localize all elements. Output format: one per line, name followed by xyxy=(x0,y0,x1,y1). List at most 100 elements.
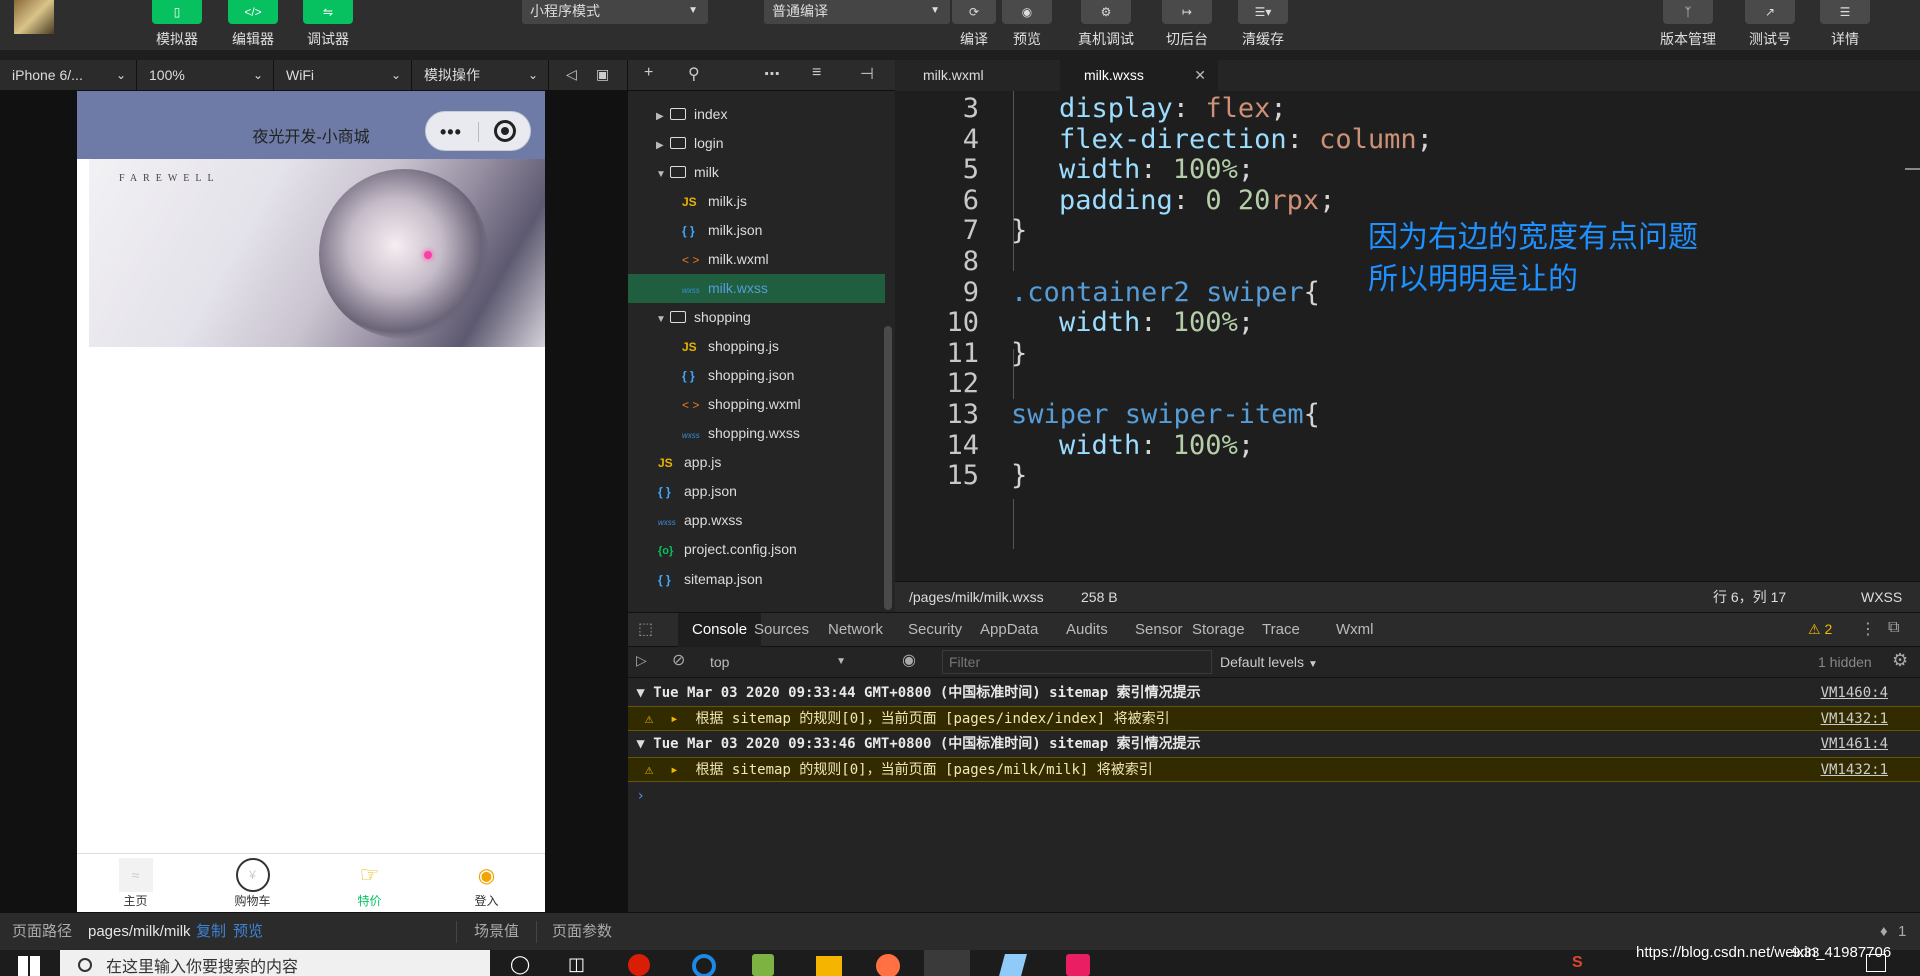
file-tree-item[interactable]: wxss shopping.wxss xyxy=(628,419,885,448)
cursor-position[interactable]: 行 6，列 17 xyxy=(1713,582,1786,613)
tab-home[interactable]: ≈ 主页 xyxy=(77,854,194,912)
taskbar-search-box[interactable]: 在这里输入你要搜索的内容 xyxy=(60,950,490,976)
background-button[interactable]: ↦ 切后台 xyxy=(1162,0,1212,49)
tab-login[interactable]: ◉ 登入 xyxy=(428,854,545,912)
file-tree-item[interactable]: JS shopping.js xyxy=(628,332,885,361)
file-tree-item[interactable]: ▶ index xyxy=(628,100,885,129)
task-view-icon[interactable]: ◫ xyxy=(568,954,585,975)
sidebar-toggle-icon[interactable]: ▷ xyxy=(636,652,647,669)
more-icon[interactable]: ⋯ xyxy=(764,64,780,84)
devtools-tab-wxml[interactable]: Wxml xyxy=(1336,613,1374,647)
chevron-right-icon[interactable]: ▶ xyxy=(656,131,670,160)
netease-music-icon[interactable] xyxy=(628,954,650,976)
console-filter-input[interactable] xyxy=(942,650,1212,674)
file-tree-item[interactable]: { } shopping.json xyxy=(628,361,885,390)
file-tree-item[interactable]: wxss milk.wxss xyxy=(628,274,885,303)
console-source-link[interactable]: VM1461:4 xyxy=(1821,732,1888,757)
editor-button[interactable]: </> 编辑器 xyxy=(228,0,278,49)
tab-special[interactable]: ☞ 特价 xyxy=(311,854,428,912)
ide-icon[interactable] xyxy=(1066,954,1090,976)
devtools-tab-storage[interactable]: Storage xyxy=(1192,613,1245,647)
console-source-link[interactable]: VM1460:4 xyxy=(1821,681,1888,706)
windows-start-icon[interactable] xyxy=(18,956,40,976)
notepad-icon[interactable] xyxy=(752,954,774,976)
search-icon[interactable]: ◯ xyxy=(510,954,530,975)
test-account-button[interactable]: ↗ 测试号 xyxy=(1745,0,1795,49)
file-tree-item[interactable]: < > shopping.wxml xyxy=(628,390,885,419)
devtools-tab-trace[interactable]: Trace xyxy=(1262,613,1300,647)
devtools-tab-console[interactable]: Console xyxy=(678,613,762,647)
devtools-tab-sources[interactable]: Sources xyxy=(754,613,809,647)
clear-console-icon[interactable]: ⊘ xyxy=(672,650,685,670)
file-tree-item[interactable]: JS app.js xyxy=(628,448,885,477)
real-debug-button[interactable]: ⚙ 真机调试 xyxy=(1078,0,1134,49)
file-tree-item[interactable]: { } milk.json xyxy=(628,216,885,245)
inspect-icon[interactable]: ⬚ xyxy=(638,619,653,639)
more-vertical-icon[interactable]: ⋮ xyxy=(1860,619,1876,639)
console-group-row[interactable]: ▼ Tue Mar 03 2020 09:33:44 GMT+0800 (中国标… xyxy=(628,681,1920,706)
console-source-link[interactable]: VM1432:1 xyxy=(1821,707,1888,732)
devtools-tab-sensor[interactable]: Sensor xyxy=(1135,613,1183,647)
close-icon[interactable]: ✕ xyxy=(1194,60,1206,91)
add-icon[interactable]: + xyxy=(644,64,653,82)
clock[interactable]: 9:33 xyxy=(1792,944,1819,960)
file-tree-item[interactable]: ▼ shopping xyxy=(628,303,885,332)
explorer-scrollbar[interactable] xyxy=(884,326,892,610)
capsule-button[interactable]: ••• xyxy=(425,111,531,151)
console-source-link[interactable]: VM1432:1 xyxy=(1821,758,1888,783)
preview-button[interactable]: ◉ 预览 xyxy=(1002,0,1052,49)
banner-image[interactable]: FAREWELL xyxy=(89,159,545,347)
copy-link[interactable]: 复制 xyxy=(196,913,226,951)
more-dots-icon[interactable]: ••• xyxy=(440,122,462,143)
console-warning-row[interactable]: ⚠ ▸ 根据 sitemap 的规则[0]，当前页面 [pages/index/… xyxy=(628,706,1920,731)
eye-icon[interactable]: ◉ xyxy=(902,650,916,670)
file-tree-item[interactable]: { } app.json xyxy=(628,477,885,506)
preview-link[interactable]: 预览 xyxy=(233,913,263,951)
browser-icon[interactable] xyxy=(692,954,716,976)
file-tree-item[interactable]: < > milk.wxml xyxy=(628,245,885,274)
speaker-icon[interactable]: ◁ xyxy=(566,66,577,83)
file-tree-item[interactable]: { } sitemap.json xyxy=(628,565,885,594)
tab-milk-wxss[interactable]: milk.wxss ✕ xyxy=(1060,60,1218,91)
version-button[interactable]: ᛉ 版本管理 xyxy=(1660,0,1716,49)
details-button[interactable]: ☰ 详情 xyxy=(1820,0,1870,49)
warning-count-badge[interactable]: ⚠ 2 xyxy=(1808,621,1832,638)
context-select[interactable]: top ▼ xyxy=(704,650,852,674)
user-avatar[interactable] xyxy=(14,0,54,34)
file-tree-item[interactable]: ▶ login xyxy=(628,129,885,158)
compile-mode-select[interactable]: 普通编译 ▼ xyxy=(764,0,950,24)
console-output[interactable]: ▼ Tue Mar 03 2020 09:33:44 GMT+0800 (中国标… xyxy=(628,678,1920,912)
tab-cart[interactable]: ¥ 购物车 xyxy=(194,854,311,912)
folder-icon[interactable] xyxy=(816,956,842,976)
file-tree-item[interactable]: wxss app.wxss xyxy=(628,506,885,535)
clear-cache-button[interactable]: ☰▾ 清缓存 xyxy=(1238,0,1288,49)
app-icon[interactable] xyxy=(999,954,1027,976)
zoom-select[interactable]: 100% ⌄ xyxy=(137,60,274,91)
collapse-icon[interactable]: ≡ xyxy=(812,64,821,82)
simulator-button[interactable]: ▯ 模拟器 xyxy=(152,0,202,49)
notification-center-icon[interactable] xyxy=(1866,954,1886,972)
file-tree-item[interactable]: JS milk.js xyxy=(628,187,885,216)
console-warning-row[interactable]: ⚠ ▸ 根据 sitemap 的规则[0]，当前页面 [pages/milk/m… xyxy=(628,757,1920,782)
compile-button[interactable]: ⟳ 编译 xyxy=(952,0,996,49)
window-icon[interactable]: ▣ xyxy=(596,66,609,83)
chevron-right-icon[interactable]: ▶ xyxy=(656,102,670,131)
device-select[interactable]: iPhone 6/... ⌄ xyxy=(0,60,137,91)
operation-select[interactable]: 模拟操作 ⌄ xyxy=(412,60,549,91)
console-group-row[interactable]: ▼ Tue Mar 03 2020 09:33:46 GMT+0800 (中国标… xyxy=(628,732,1920,757)
undock-icon[interactable]: ⧉ xyxy=(1888,619,1899,637)
console-prompt[interactable]: › xyxy=(628,784,1920,809)
chevron-down-icon[interactable]: ▼ xyxy=(656,305,670,334)
devtools-tab-security[interactable]: Security xyxy=(908,613,962,647)
close-circle-icon[interactable] xyxy=(494,120,516,142)
sogou-ime-icon[interactable]: S xyxy=(1572,954,1583,972)
debugger-button[interactable]: ⇋ 调试器 xyxy=(303,0,353,49)
devtools-tab-network[interactable]: Network xyxy=(828,613,883,647)
firefox-icon[interactable] xyxy=(876,954,900,976)
chevron-down-icon[interactable]: ▼ xyxy=(656,160,670,189)
levels-select[interactable]: Default levels ▼ xyxy=(1220,650,1318,674)
code-editor[interactable]: 3 display: flex; 4 flex-direction: column; 5… xyxy=(895,91,1920,581)
tab-milk-wxml[interactable]: milk.wxml xyxy=(895,60,1060,91)
network-select[interactable]: WiFi ⌄ xyxy=(274,60,412,91)
devtools-tab-audits[interactable]: Audits xyxy=(1066,613,1108,647)
